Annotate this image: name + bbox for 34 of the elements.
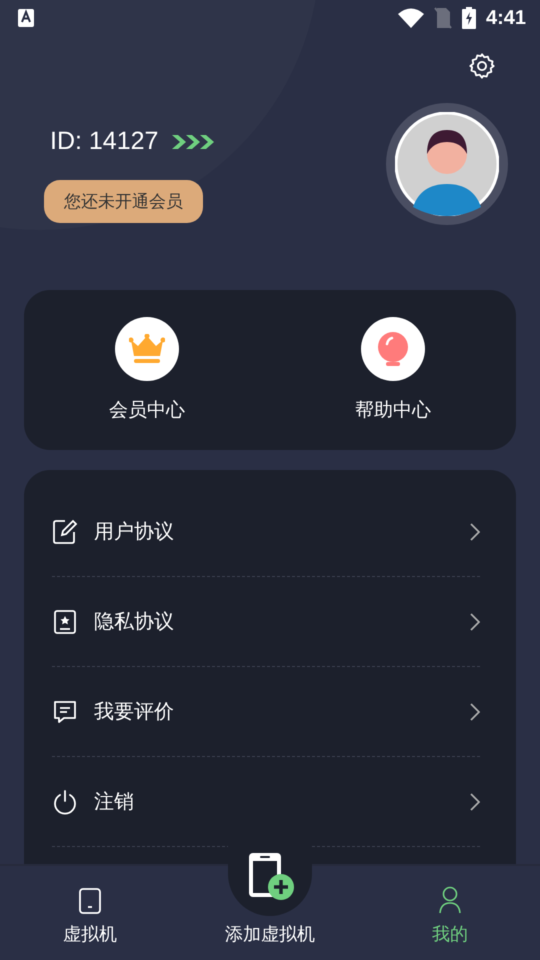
keyboard-icon [18,9,34,27]
chevrons-icon[interactable] [172,132,214,150]
menu-item[interactable]: 隐私协议 [52,577,480,667]
nav-tab[interactable]: 我的 [360,866,540,960]
person-icon [439,886,461,914]
chevron-right-icon [470,612,480,630]
menu-label: 用户协议 [94,518,175,545]
menu-label: 注销 [94,788,135,815]
menu-label: 我要评价 [94,698,175,725]
wifi-icon [398,8,424,28]
star-document-icon [52,608,78,634]
settings-icon[interactable] [468,52,496,80]
add-phone-icon [246,851,294,901]
power-icon [52,788,78,814]
battery-charging-icon [462,7,476,29]
no-sim-icon [434,7,452,29]
menu-item[interactable]: 用户协议 [52,487,480,577]
tablet-icon [78,888,102,914]
shortcut-button[interactable]: 帮助中心 [270,290,516,450]
menu-item[interactable]: 我要评价 [52,667,480,757]
user-id: ID: 14127 [50,127,158,156]
crown-icon [129,334,165,364]
shortcut-button[interactable]: 会员中心 [24,290,270,450]
lightbulb-icon [377,332,409,366]
status-time: 4:41 [486,6,526,30]
chevron-right-icon [470,522,480,540]
nav-tab[interactable]: 虚拟机 [0,866,180,960]
nav-tab[interactable]: 添加虚拟机 [180,918,360,960]
menu-label: 隐私协议 [94,608,175,635]
membership-button[interactable]: 您还未开通会员 [44,180,203,223]
edit-icon [52,518,78,544]
comment-icon [52,698,78,724]
chevron-right-icon [470,792,480,810]
chevron-right-icon [470,702,480,720]
